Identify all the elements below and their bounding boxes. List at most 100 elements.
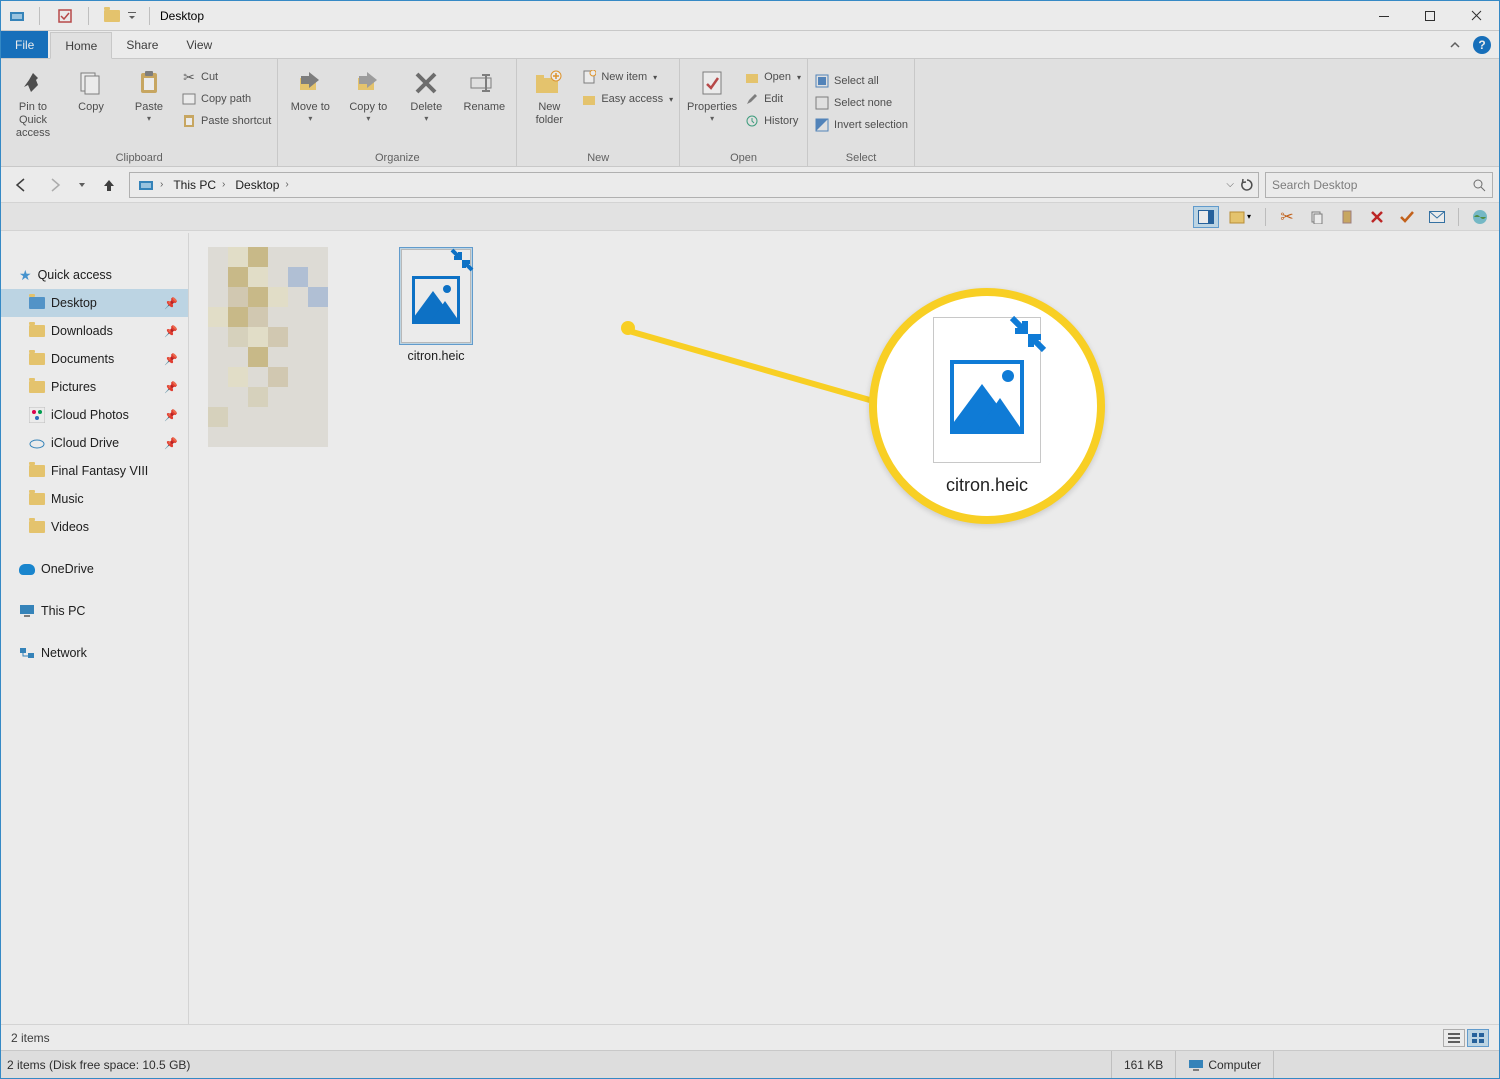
thumbnails-view-button[interactable] (1467, 1029, 1489, 1047)
qat-properties-icon[interactable] (54, 5, 76, 27)
move-to-button[interactable]: Move to▾ (284, 63, 336, 123)
minimize-button[interactable] (1361, 1, 1407, 31)
tab-share[interactable]: Share (112, 31, 172, 58)
pin-quick-access-button[interactable]: Pin to Quick access (7, 63, 59, 140)
crumb-desktop[interactable]: Desktop› (231, 178, 294, 192)
new-folder-button[interactable]: New folder (523, 63, 575, 127)
tb-globe-icon[interactable] (1467, 206, 1493, 228)
tb-copy-icon[interactable] (1304, 206, 1330, 228)
history-button[interactable]: History (744, 113, 801, 129)
collapse-ribbon-icon[interactable] (1445, 35, 1465, 55)
sidebar-network[interactable]: Network (1, 639, 188, 667)
status-size: 161 KB (1111, 1051, 1175, 1078)
window-controls (1361, 1, 1499, 31)
sidebar-item-icloud-drive[interactable]: iCloud Drive📌 (1, 429, 188, 457)
tab-file[interactable]: File (1, 31, 48, 58)
sidebar-item-downloads[interactable]: Downloads📌 (1, 317, 188, 345)
tb-paste-icon[interactable] (1334, 206, 1360, 228)
invert-selection-button[interactable]: Invert selection (814, 117, 908, 133)
status-disk-space: 2 items (Disk free space: 10.5 GB) (7, 1058, 190, 1072)
search-input[interactable]: Search Desktop (1265, 172, 1493, 198)
file-item-pixelated[interactable] (199, 247, 337, 447)
navigation-pane: ★Quick access Desktop📌 Downloads📌 Docume… (1, 233, 189, 1024)
sidebar-quick-access[interactable]: ★Quick access (1, 261, 188, 289)
status-item-count: 2 items (11, 1031, 50, 1045)
sidebar-item-ffviii[interactable]: Final Fantasy VIII (1, 457, 188, 485)
paste-shortcut-button[interactable]: Paste shortcut (181, 113, 271, 129)
pin-icon: 📌 (164, 353, 178, 366)
new-item-button[interactable]: New item▾ (581, 69, 673, 85)
sidebar-onedrive[interactable]: OneDrive (1, 555, 188, 583)
forward-button[interactable] (41, 171, 69, 199)
properties-button[interactable]: Properties▾ (686, 63, 738, 123)
tb-mail-icon[interactable] (1424, 206, 1450, 228)
qat-dropdown-icon[interactable] (125, 5, 139, 27)
secondary-toolbar: ▾ ✂ (1, 203, 1499, 231)
callout-file-name: citron.heic (946, 475, 1028, 496)
address-bar[interactable]: › This PC› Desktop› ⌵ (129, 172, 1259, 198)
ribbon-group-open: Properties▾ Open▾ Edit History Open (680, 59, 808, 166)
search-icon (1472, 178, 1486, 192)
delete-button[interactable]: Delete▾ (400, 63, 452, 123)
system-icon[interactable] (5, 4, 29, 28)
back-button[interactable] (7, 171, 35, 199)
address-bar-row: › This PC› Desktop› ⌵ Search Desktop (1, 167, 1499, 203)
tab-view[interactable]: View (172, 31, 226, 58)
tab-home[interactable]: Home (50, 32, 112, 59)
sidebar-item-music[interactable]: Music (1, 485, 188, 513)
compress-arrows-icon (1006, 312, 1050, 356)
sidebar-item-pictures[interactable]: Pictures📌 (1, 373, 188, 401)
cut-button[interactable]: ✂Cut (181, 69, 271, 85)
pin-icon: 📌 (164, 297, 178, 310)
main-area: ★Quick access Desktop📌 Downloads📌 Docume… (1, 233, 1499, 1024)
copy-path-button[interactable]: Copy path (181, 91, 271, 107)
ribbon-group-clipboard: Pin to Quick access Copy Paste ▾ ✂Cut Co… (1, 59, 278, 166)
help-icon[interactable]: ? (1473, 36, 1491, 54)
crumb-thispc[interactable]: This PC› (169, 178, 231, 192)
ribbon-group-organize: Move to▾ Copy to▾ Delete▾ Rename Organiz… (278, 59, 517, 166)
address-dropdown-icon[interactable]: ⌵ (1226, 179, 1234, 190)
window-title: Desktop (160, 9, 204, 23)
up-button[interactable] (95, 171, 123, 199)
copy-button[interactable]: Copy (65, 63, 117, 114)
select-all-button[interactable]: Select all (814, 73, 908, 89)
sidebar-item-desktop[interactable]: Desktop📌 (1, 289, 188, 317)
tb-cut-icon[interactable]: ✂ (1274, 206, 1300, 228)
sidebar-this-pc[interactable]: This PC (1, 597, 188, 625)
open-button[interactable]: Open▾ (744, 69, 801, 85)
file-list-area[interactable]: citron.heic citron.heic (189, 233, 1499, 1024)
select-none-button[interactable]: Select none (814, 95, 908, 111)
heic-file-icon (401, 249, 471, 343)
file-explorer-window: Desktop File Home Share View ? Pin to Qu… (0, 0, 1500, 1079)
status-bar-secondary: 2 items (Disk free space: 10.5 GB) 161 K… (1, 1050, 1499, 1078)
ribbon-group-new: New folder New item▾ Easy access▾ New (517, 59, 680, 166)
callout-anchor-dot (621, 321, 635, 335)
edit-button[interactable]: Edit (744, 91, 801, 107)
copy-to-button[interactable]: Copy to▾ (342, 63, 394, 123)
ribbon: Pin to Quick access Copy Paste ▾ ✂Cut Co… (1, 59, 1499, 167)
tb-preview-pane-icon[interactable] (1193, 206, 1219, 228)
crumb-icon[interactable]: › (134, 177, 169, 193)
sidebar-item-icloud-photos[interactable]: iCloud Photos📌 (1, 401, 188, 429)
file-thumbnail-pixelated (208, 247, 328, 447)
file-item-citron-heic[interactable]: citron.heic (367, 247, 505, 363)
paste-button[interactable]: Paste ▾ (123, 63, 175, 123)
rename-button[interactable]: Rename (458, 63, 510, 114)
heic-file-icon-large (933, 317, 1041, 463)
recent-dropdown[interactable] (75, 171, 89, 199)
status-computer: Computer (1175, 1051, 1273, 1078)
easy-access-button[interactable]: Easy access▾ (581, 91, 673, 107)
sidebar-item-documents[interactable]: Documents📌 (1, 345, 188, 373)
quick-access-toolbar (54, 5, 139, 27)
pin-icon: 📌 (164, 409, 178, 422)
qat-folder-icon[interactable] (101, 5, 123, 27)
tb-options-icon[interactable]: ▾ (1223, 206, 1257, 228)
close-button[interactable] (1453, 1, 1499, 31)
tb-delete-icon[interactable] (1364, 206, 1390, 228)
tb-apply-icon[interactable] (1394, 206, 1420, 228)
refresh-icon[interactable] (1240, 178, 1254, 192)
file-name-label: citron.heic (408, 349, 465, 363)
details-view-button[interactable] (1443, 1029, 1465, 1047)
maximize-button[interactable] (1407, 1, 1453, 31)
sidebar-item-videos[interactable]: Videos (1, 513, 188, 541)
